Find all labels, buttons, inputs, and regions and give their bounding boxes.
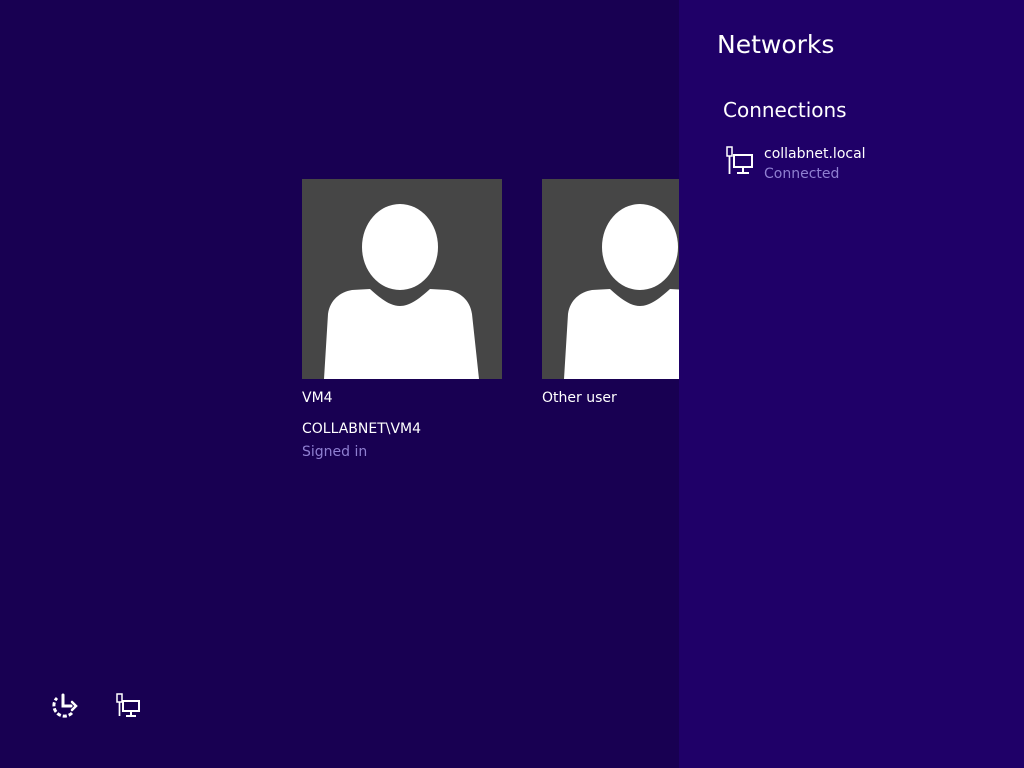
network-status: Connected	[764, 166, 840, 182]
user-name: VM4	[302, 390, 333, 406]
user-status: Signed in	[302, 444, 368, 460]
wired-network-icon	[726, 146, 753, 174]
connections-heading: Connections	[723, 98, 847, 122]
panel-title: Networks	[717, 30, 835, 59]
networks-panel: Networks Connections collabnet.local Con…	[679, 0, 1024, 768]
user-account: COLLABNET\VM4	[302, 421, 422, 437]
user-silhouette-icon	[564, 204, 679, 379]
user-silhouette-icon	[324, 204, 479, 379]
network-name: collabnet.local	[764, 146, 866, 162]
user-tile-vm4[interactable]: VM4 COLLABNET\VM4 Signed in	[302, 179, 502, 464]
ease-of-access-button[interactable]	[46, 689, 80, 723]
user-avatar[interactable]	[302, 179, 502, 379]
network-button[interactable]	[110, 689, 144, 723]
user-name: Other user	[542, 390, 617, 406]
wired-network-icon	[116, 693, 140, 717]
network-connection-item[interactable]: collabnet.local Connected	[723, 144, 983, 186]
ease-of-access-icon	[52, 693, 78, 718]
user-avatar[interactable]	[542, 179, 679, 379]
lock-screen: VM4 COLLABNET\VM4 Signed in Other user N…	[0, 0, 1024, 768]
user-tile-other-user[interactable]: Other user	[542, 179, 679, 410]
network-text: collabnet.local Connected	[764, 144, 866, 184]
